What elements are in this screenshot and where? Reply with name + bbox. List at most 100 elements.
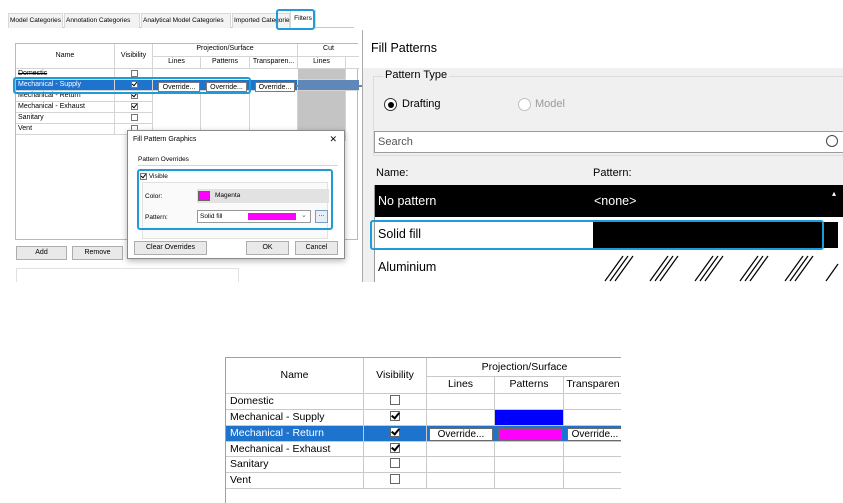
filter-row-name[interactable]: Vent: [226, 473, 364, 489]
tab-imported-categories[interactable]: Imported Categories: [232, 13, 293, 28]
pattern-row[interactable]: Aluminium: [375, 251, 843, 282]
filter-row-visibility[interactable]: [364, 457, 427, 473]
filter-row-name[interactable]: Sanitary: [16, 113, 115, 124]
filter-row-name[interactable]: Mechanical - Supply: [16, 80, 115, 91]
pattern-type-label: Pattern Type: [383, 69, 450, 81]
col-header-transparency: Transparen: [564, 377, 621, 394]
remove-button[interactable]: Remove: [72, 246, 123, 260]
filter-row-visibility[interactable]: [115, 113, 153, 124]
filter-row-name[interactable]: Domestic: [16, 69, 115, 80]
col-header-lines: Lines: [427, 377, 495, 394]
drafting-radio[interactable]: [384, 98, 397, 111]
empty-cell: [495, 457, 564, 473]
empty-cell: [201, 91, 250, 135]
filter-row-name[interactable]: Mechanical - Exhaust: [226, 442, 364, 457]
pattern-list: No pattern <none> ▴ Solid fill Aluminium: [374, 185, 843, 282]
filter-row-name[interactable]: Mechanical - Supply: [226, 410, 364, 426]
empty-cell: [427, 442, 495, 457]
empty-cell: [153, 91, 201, 135]
fill-pattern-graphics-dialog: Fill Pattern Graphics ✕ Pattern Override…: [127, 130, 345, 259]
filter-row-name[interactable]: Mechanical - Return: [226, 426, 364, 442]
browse-button[interactable]: ...: [315, 210, 328, 223]
visibility-checkbox[interactable]: [390, 395, 400, 406]
filter-row-visibility[interactable]: [115, 102, 153, 113]
filter-row-visibility[interactable]: [364, 442, 427, 457]
visibility-checkbox[interactable]: [390, 474, 400, 485]
filter-row-name[interactable]: Domestic: [226, 394, 364, 410]
empty-cell: [495, 473, 564, 489]
col-header-projection-surface: Projection/Surface: [427, 358, 621, 377]
overrides-box: Color: Magenta Pattern: Solid fill ⌄ ...: [142, 182, 329, 239]
override-lines-button[interactable]: Override...: [158, 82, 200, 92]
cancel-button[interactable]: Cancel: [295, 241, 338, 255]
pattern-row[interactable]: Solid fill: [375, 220, 843, 250]
search-placeholder: Search: [378, 136, 413, 148]
supply-pattern-swatch[interactable]: [495, 410, 564, 426]
empty-cell: [427, 394, 495, 410]
tab-model-categories[interactable]: Model Categories: [8, 13, 63, 28]
filter-row-visibility[interactable]: [364, 473, 427, 489]
visibility-checkbox[interactable]: [390, 411, 400, 422]
filter-row-visibility[interactable]: [364, 410, 427, 426]
tab-annotation-categories[interactable]: Annotation Categories: [64, 13, 140, 28]
pattern-preview: [248, 213, 296, 220]
override-patterns-button[interactable]: Override...: [206, 82, 247, 92]
tab-analytical-model-categories[interactable]: Analytical Model Categories: [141, 13, 231, 28]
clear-overrides-button[interactable]: Clear Overrides: [134, 241, 207, 255]
col-header-patterns: Patterns: [495, 377, 564, 394]
filter-row-name[interactable]: Vent: [16, 124, 115, 135]
filter-row-visibility[interactable]: [115, 91, 153, 102]
color-field[interactable]: Magenta: [197, 189, 329, 203]
visibility-checkbox[interactable]: [390, 443, 400, 454]
override-transparency-button[interactable]: Override...: [255, 82, 295, 92]
empty-cell: [495, 442, 564, 457]
chevron-down-icon: ⌄: [301, 212, 307, 219]
color-label: Color:: [145, 193, 163, 200]
add-button[interactable]: Add: [16, 246, 67, 260]
pattern-name: Aluminium: [378, 260, 437, 274]
scroll-up-icon[interactable]: ▴: [832, 189, 836, 198]
col-header-projection-surface: Projection/Surface: [153, 44, 298, 57]
fill-patterns-dialog: Fill Patterns Pattern Type Drafting Mode…: [362, 30, 843, 282]
visible-checkbox[interactable]: [140, 173, 147, 180]
tab-filters[interactable]: Filters: [290, 10, 316, 29]
col-header-cut-more: [346, 57, 359, 69]
model-radio[interactable]: [518, 98, 531, 111]
search-icon[interactable]: [826, 135, 838, 147]
dialog-title: Fill Pattern Graphics: [133, 136, 197, 143]
col-header-cut-lines: Lines: [298, 57, 346, 69]
cut-cell: [298, 69, 346, 80]
filter-row-name[interactable]: Sanitary: [226, 457, 364, 473]
visibility-checkbox[interactable]: [390, 427, 400, 438]
filter-row-name[interactable]: Mechanical - Return: [16, 91, 115, 102]
visibility-checkbox[interactable]: [131, 80, 138, 88]
filter-row-visibility[interactable]: [115, 80, 153, 91]
visibility-checkbox[interactable]: [131, 113, 138, 121]
search-input[interactable]: Search: [374, 131, 843, 153]
pattern-dropdown[interactable]: Solid fill ⌄: [197, 210, 311, 223]
return-pattern-swatch[interactable]: [498, 428, 562, 441]
filter-row-visibility[interactable]: [364, 426, 427, 442]
pattern-row[interactable]: No pattern <none> ▴: [375, 185, 843, 217]
filter-row-name[interactable]: Mechanical - Exhaust: [16, 102, 115, 113]
category-tabs: Model Categories Annotation Categories A…: [8, 10, 354, 29]
visibility-checkbox[interactable]: [390, 458, 400, 469]
empty-cell: [427, 473, 495, 489]
empty-cell: [564, 457, 621, 473]
filter-row-visibility[interactable]: [364, 394, 427, 410]
visibility-checkbox[interactable]: [131, 69, 138, 77]
visible-checkbox-row[interactable]: Visible: [140, 173, 168, 180]
visibility-checkbox[interactable]: [131, 102, 138, 110]
section-label: Pattern Overrides: [138, 156, 189, 163]
close-icon[interactable]: ✕: [329, 134, 337, 145]
pattern-column-header: Pattern:: [593, 167, 632, 179]
lower-panel: [16, 268, 239, 282]
col-header-visibility: Visibility: [364, 358, 427, 394]
ok-button[interactable]: OK: [246, 241, 289, 255]
visibility-checkbox[interactable]: [131, 91, 138, 99]
pattern-name: Solid fill: [378, 227, 422, 241]
filter-row-visibility[interactable]: [115, 69, 153, 80]
empty-cell: [250, 91, 298, 135]
override-lines-button[interactable]: Override...: [429, 428, 493, 441]
override-transparency-button[interactable]: Override...: [567, 428, 621, 441]
